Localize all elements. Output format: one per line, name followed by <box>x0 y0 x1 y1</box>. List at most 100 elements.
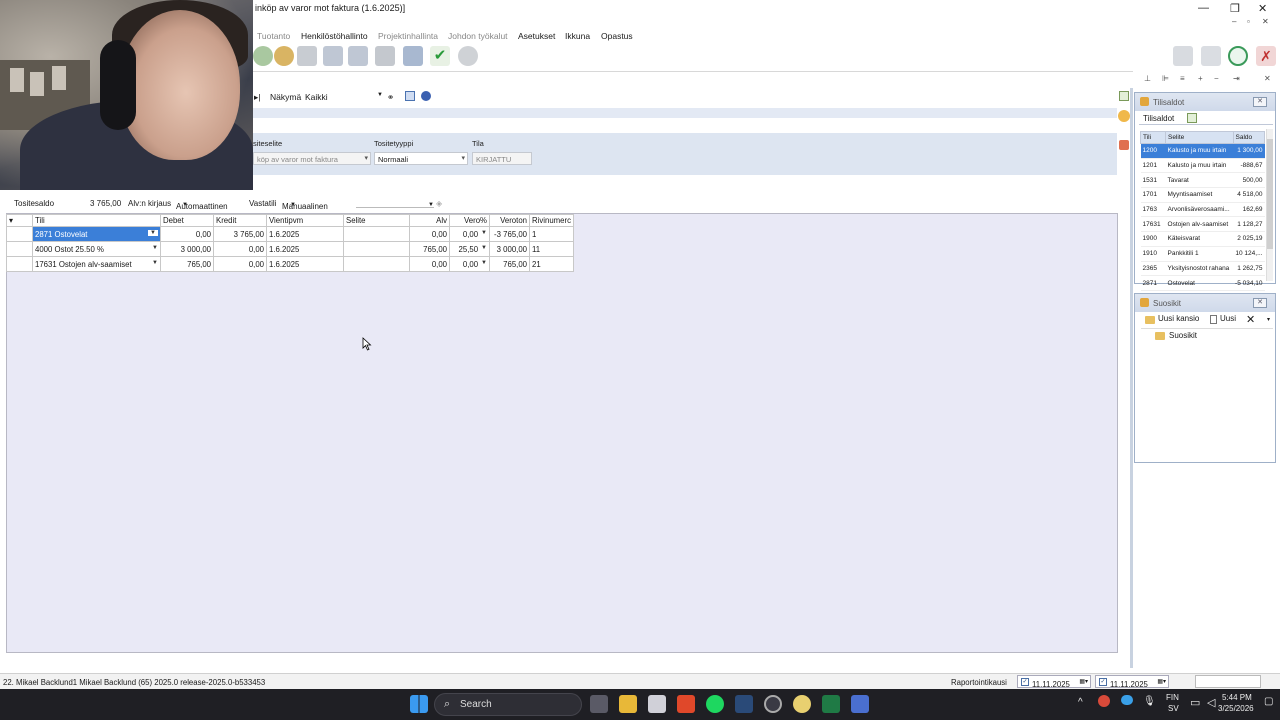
description-cell[interactable] <box>343 256 410 272</box>
date-cell[interactable]: 1.6.2025 <box>266 241 344 257</box>
chevron-down-icon[interactable]: ▼ <box>481 245 487 251</box>
pin-icon[interactable]: ⊥ <box>1144 74 1151 83</box>
onedrive-icon[interactable] <box>1121 695 1133 705</box>
minimize-button[interactable]: — <box>1198 2 1209 14</box>
chevron-down-icon[interactable]: ▼ <box>152 245 158 251</box>
vat-cell[interactable]: 0,00 <box>409 226 450 242</box>
align-left-icon[interactable]: ⊫ <box>1162 74 1169 83</box>
chevron-down-icon[interactable]: ▾ <box>1267 316 1270 323</box>
col-debet[interactable]: Debet <box>160 214 214 227</box>
task-view-icon[interactable] <box>590 695 608 713</box>
menu-tuotanto[interactable]: Tuotanto <box>257 31 290 41</box>
table-row[interactable]: ▼ 2871 Ostovelat 0,00 3 765,00 1.6.2025 0… <box>6 226 574 242</box>
menu-henkilostohallinto[interactable]: Henkilöstöhallinto <box>301 31 368 41</box>
row-number-cell[interactable]: 1 <box>529 226 574 242</box>
grid-menu-icon[interactable]: ▾ <box>6 214 33 227</box>
status-input[interactable] <box>1195 675 1261 688</box>
new-button[interactable]: Uusi <box>1220 314 1236 323</box>
table-row[interactable]: 1701 Myyntisaamiset 4 518,00 <box>1140 187 1265 203</box>
diamond-icon[interactable]: ◈ <box>436 199 442 208</box>
col-tili[interactable]: Tili <box>32 214 161 227</box>
vat-rate-cell[interactable]: ▼ 0,00 <box>449 256 490 272</box>
splitter[interactable] <box>1130 88 1133 668</box>
calendar-icon[interactable] <box>1201 46 1221 66</box>
table-row[interactable]: 1763 Arvonlisäverosaami... 162,69 <box>1140 202 1265 218</box>
close-button[interactable]: ✕ <box>1258 2 1267 15</box>
date-cell[interactable]: 1.6.2025 <box>266 226 344 242</box>
language-sv[interactable]: SV <box>1168 704 1179 713</box>
scrollbar-thumb[interactable] <box>1267 139 1273 249</box>
tree-item-suosikit[interactable]: Suosikit <box>1169 331 1197 340</box>
table-row[interactable]: 2365 Yksityisnostot rahana 1 262,75 <box>1140 261 1265 277</box>
close-icon[interactable]: ✕ <box>1253 97 1267 107</box>
alert-icon[interactable] <box>1119 140 1129 150</box>
chevron-down-icon[interactable]: ▼ <box>481 230 487 236</box>
link-icon[interactable]: ⚭ <box>387 92 394 103</box>
calculator-icon[interactable] <box>851 695 869 713</box>
table-row[interactable]: ▼ 17631 Ostojen alv-saamiset 765,00 0,00 … <box>6 256 574 272</box>
menu-opastus[interactable]: Opastus <box>601 31 633 41</box>
calendar-dropdown-icon[interactable]: ▦▾ <box>1157 678 1166 685</box>
windows-start-icon[interactable] <box>410 695 428 713</box>
globe-icon[interactable] <box>253 46 273 66</box>
arrow-icon[interactable]: ⇥ <box>1233 74 1240 83</box>
mail-closed-icon[interactable] <box>1173 46 1193 66</box>
report2-icon[interactable] <box>348 46 368 66</box>
panel-toggle-icon[interactable] <box>1119 91 1129 101</box>
close-panels-icon[interactable]: ✕ <box>1264 74 1271 83</box>
clock-time[interactable]: 5:44 PM <box>1222 693 1252 702</box>
table-row[interactable]: 1910 Pankkitili 1 10 124,... <box>1140 246 1265 262</box>
date-from-field[interactable]: ✓ 11.11.2025 ▦▾ <box>1017 675 1091 689</box>
volume-icon[interactable]: ◁ <box>1207 696 1215 709</box>
kredit-cell[interactable]: 0,00 <box>213 241 267 257</box>
table-row[interactable]: 1200 Kalusto ja muu irtain 1 300,00 <box>1140 143 1265 159</box>
menu-asetukset[interactable]: Asetukset <box>518 31 555 41</box>
col-rivinumero[interactable]: Rivinumerc <box>529 214 574 227</box>
balances-scrollbar[interactable] <box>1266 129 1273 281</box>
chevron-down-icon[interactable]: ▼ <box>148 229 158 236</box>
play-icon[interactable]: ▸| <box>254 92 260 103</box>
col-veroton[interactable]: Veroton <box>489 214 530 227</box>
file-explorer-icon[interactable] <box>619 695 637 713</box>
microphone-icon[interactable]: 🎙 <box>1143 696 1156 707</box>
filter-select[interactable]: ▼ <box>356 199 434 208</box>
table-row[interactable]: 17631 Ostojen alv-saamiset 1 128,27 <box>1140 216 1265 233</box>
account-cell[interactable]: ▼ 17631 Ostojen alv-saamiset <box>32 256 161 272</box>
table-row[interactable]: 1900 Käteisvarat 2 025,19 <box>1140 231 1265 247</box>
coins-icon[interactable] <box>274 46 294 66</box>
row-number-cell[interactable]: 21 <box>529 256 574 272</box>
vat-cell[interactable]: 0,00 <box>409 256 450 272</box>
mdi-close-button[interactable]: ✕ <box>1262 17 1269 26</box>
checkbox-icon[interactable]: ✓ <box>1021 678 1029 686</box>
clock-icon[interactable] <box>1228 46 1248 66</box>
debet-cell[interactable]: 3 000,00 <box>160 241 214 257</box>
mdi-minimize-button[interactable]: – <box>1232 17 1236 26</box>
approve-check-icon[interactable]: ✔ <box>430 46 450 66</box>
notification-icon[interactable]: ▢ <box>1264 696 1273 707</box>
debet-cell[interactable]: 765,00 <box>160 256 214 272</box>
debet-cell[interactable]: 0,00 <box>160 226 214 242</box>
table-row[interactable]: 1531 Tavarat 500,00 <box>1140 172 1265 189</box>
mdi-restore-button[interactable]: ▫ <box>1247 17 1250 26</box>
menu-projektinhallinta[interactable]: Projektinhallinta <box>378 31 438 41</box>
menu-ikkuna[interactable]: Ikkuna <box>565 31 590 41</box>
col-kredit[interactable]: Kredit <box>213 214 267 227</box>
table-row[interactable]: 2871 Ostovelat -5 034,10 <box>1140 275 1265 291</box>
remove-icon[interactable]: − <box>1214 74 1219 83</box>
table-row[interactable]: 1201 Kalusto ja muu irtain -888,67 <box>1140 158 1265 174</box>
clear-icon[interactable] <box>458 46 478 66</box>
col-vero[interactable]: Vero% <box>449 214 490 227</box>
note-icon[interactable] <box>1118 110 1130 122</box>
app-active-icon[interactable] <box>793 695 811 713</box>
help-icon[interactable] <box>421 91 431 101</box>
clock-date[interactable]: 3/25/2026 <box>1218 704 1254 713</box>
store-icon[interactable] <box>648 695 666 713</box>
col-selite[interactable]: Selite <box>1165 131 1234 144</box>
chevron-down-icon[interactable]: ▼ <box>481 260 487 266</box>
report-icon[interactable] <box>323 46 343 66</box>
net-cell[interactable]: 3 000,00 <box>489 241 530 257</box>
date-to-field[interactable]: ✓ 11.11.2025 ▦▾ <box>1095 675 1169 689</box>
status-field[interactable]: KIRJATTU <box>472 152 532 165</box>
kredit-cell[interactable]: 0,00 <box>213 256 267 272</box>
net-cell[interactable]: 765,00 <box>489 256 530 272</box>
